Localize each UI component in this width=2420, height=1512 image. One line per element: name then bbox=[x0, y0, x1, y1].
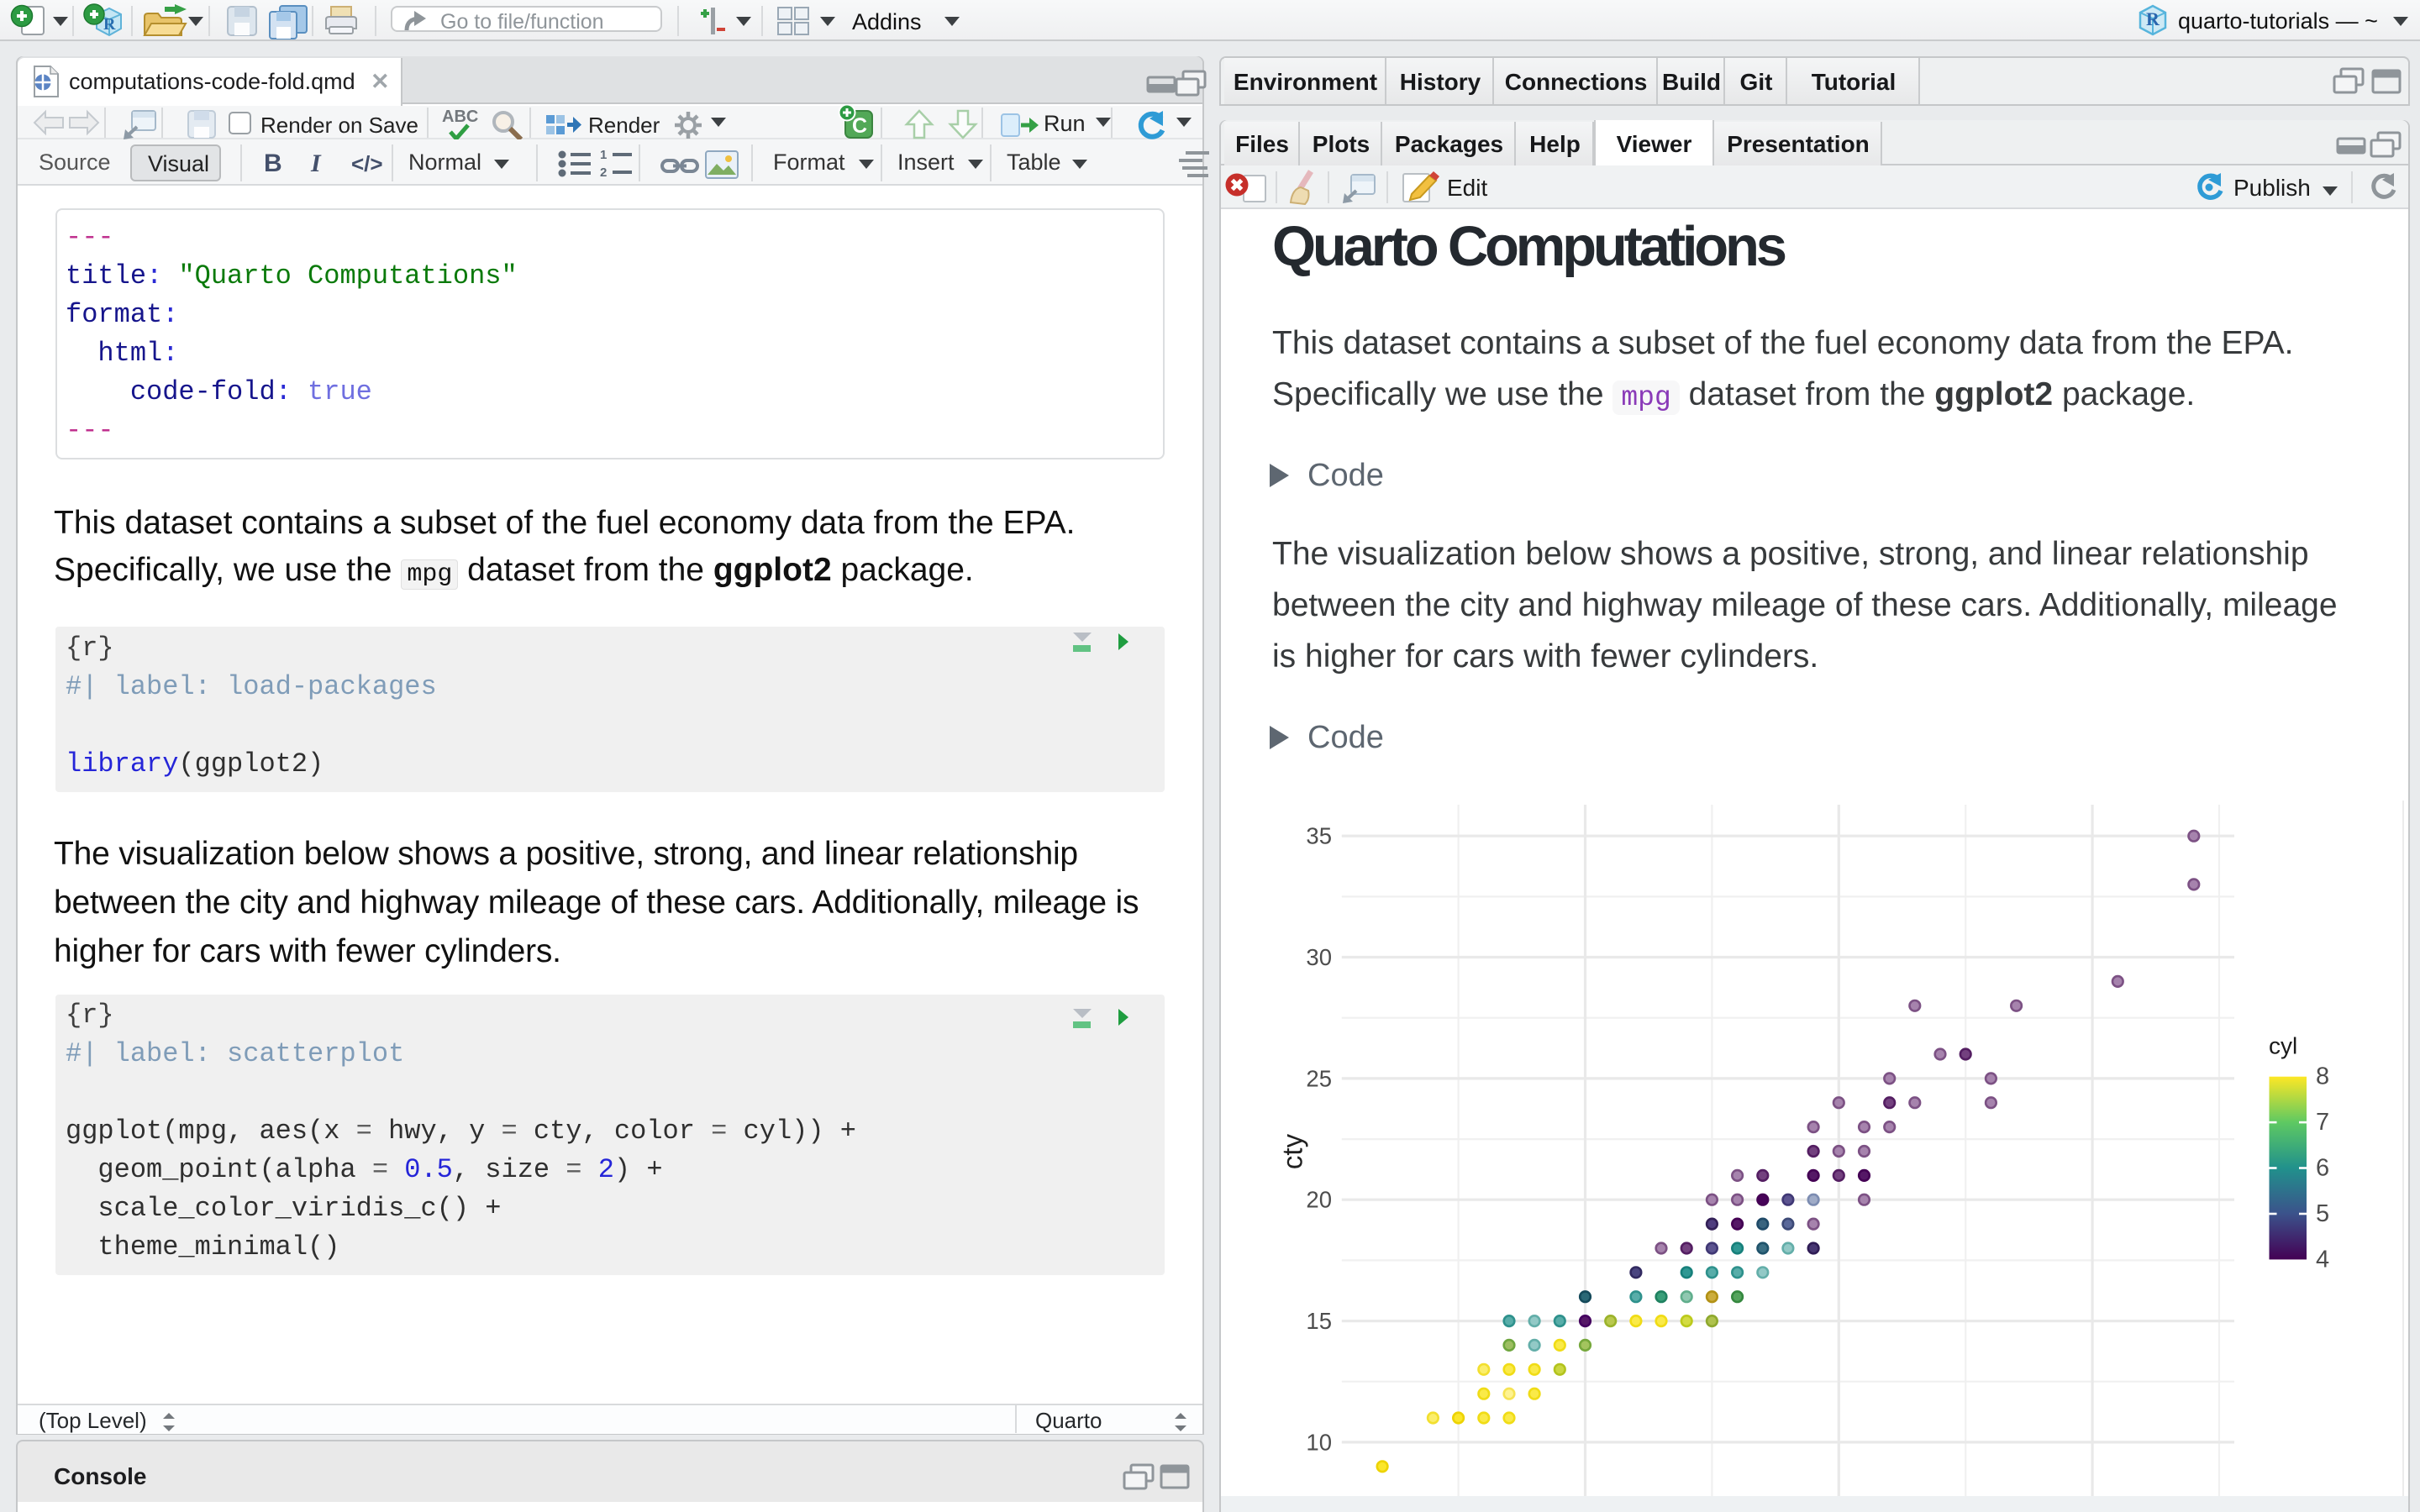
svg-text:30: 30 bbox=[1306, 944, 1332, 970]
svg-text:1: 1 bbox=[600, 148, 607, 162]
svg-text:2: 2 bbox=[600, 165, 607, 178]
svg-text:35: 35 bbox=[1306, 823, 1332, 849]
svg-text:C: C bbox=[852, 114, 867, 138]
svg-text:4: 4 bbox=[2316, 1246, 2329, 1273]
svg-text:cyl: cyl bbox=[2269, 1033, 2297, 1059]
svg-text:20: 20 bbox=[1306, 1187, 1332, 1213]
svg-text:6: 6 bbox=[2316, 1155, 2329, 1182]
svg-text:ABC: ABC bbox=[442, 108, 478, 126]
svg-text:15: 15 bbox=[1306, 1308, 1332, 1334]
svg-text:R: R bbox=[103, 15, 116, 34]
svg-text:cty: cty bbox=[1277, 1133, 1308, 1169]
svg-text:5: 5 bbox=[2316, 1200, 2329, 1227]
svg-text:R: R bbox=[2146, 8, 2160, 29]
svg-text:7: 7 bbox=[2316, 1109, 2329, 1136]
svg-text:10: 10 bbox=[1306, 1429, 1332, 1455]
svg-text:8: 8 bbox=[2316, 1063, 2329, 1090]
svg-text:25: 25 bbox=[1306, 1065, 1332, 1091]
